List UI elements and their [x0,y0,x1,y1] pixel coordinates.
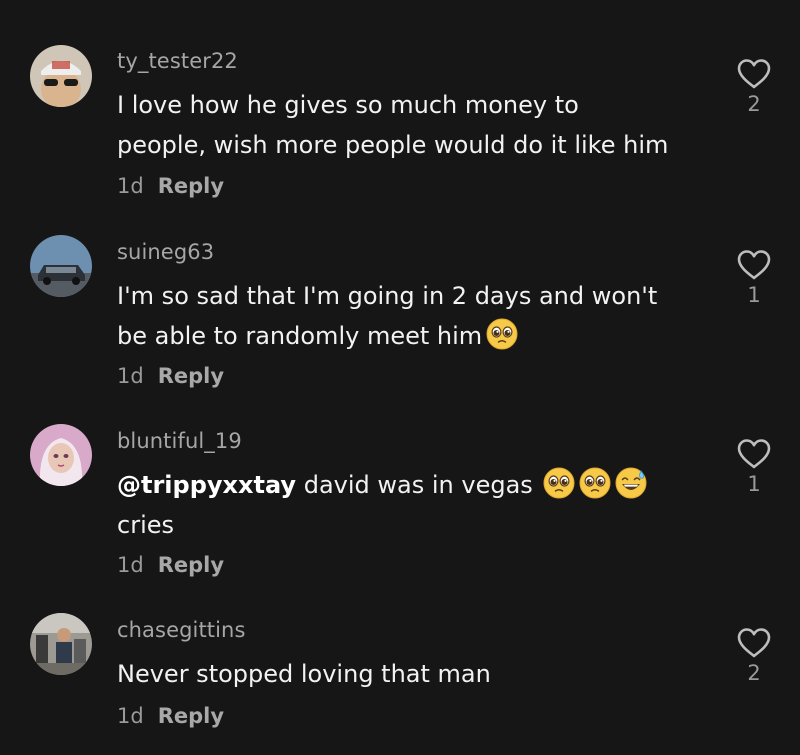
comment-age: 1d [117,704,144,728]
like-button[interactable]: 2 [736,58,772,116]
comment-text: I love how he gives so much money to peo… [117,85,717,165]
comment-line: people, wish more people would do it lik… [117,131,669,159]
heart-outline-icon[interactable] [736,438,772,470]
comment-meta: 1d Reply [117,364,224,388]
reply-button[interactable]: Reply [158,704,224,728]
avatar[interactable] [30,45,92,107]
comment-meta: 1d Reply [117,704,224,728]
avatar[interactable] [30,424,92,486]
comment-username[interactable]: ty_tester22 [117,49,238,73]
like-count: 2 [747,92,761,116]
comment-age: 1d [117,174,144,198]
like-button[interactable]: 1 [736,438,772,496]
comment-age: 1d [117,364,144,388]
comment-line-text: david was in vegas [296,471,533,499]
reply-button[interactable]: Reply [158,553,224,577]
comment-meta: 1d Reply [117,553,224,577]
pleading-face-emoji [486,318,518,350]
pleading-face-emoji [579,467,611,499]
comment-line: I'm so sad that I'm going in 2 days and … [117,282,658,310]
comment-username[interactable]: bluntiful_19 [117,429,242,453]
comment-username[interactable]: suineg63 [117,240,214,264]
comment-meta: 1d Reply [117,174,224,198]
comment-line: cries [117,511,174,539]
heart-outline-icon[interactable] [736,58,772,90]
like-count: 1 [747,283,761,307]
comment-line: Never stopped loving that man [117,660,491,688]
comment-line: I love how he gives so much money to [117,91,579,119]
heart-outline-icon[interactable] [736,249,772,281]
grinning-sweat-emoji [615,467,647,499]
comment-line: be able to randomly meet him [117,316,717,356]
reply-button[interactable]: Reply [158,364,224,388]
comment-age: 1d [117,553,144,577]
comment-line: @trippyxxtay david was in vegas [117,465,717,505]
comment-username[interactable]: chasegittins [117,618,246,642]
comment-line-text: be able to randomly meet him [117,322,483,350]
comment-text: I'm so sad that I'm going in 2 days and … [117,276,717,356]
mention-link[interactable]: @trippyxxtay [117,471,296,499]
comment-text: @trippyxxtay david was in vegas cries [117,465,717,545]
comment-text: Never stopped loving that man [117,654,717,694]
like-count: 2 [747,661,761,685]
reply-button[interactable]: Reply [158,174,224,198]
avatar[interactable] [30,235,92,297]
like-count: 1 [747,472,761,496]
like-button[interactable]: 2 [736,627,772,685]
like-button[interactable]: 1 [736,249,772,307]
avatar[interactable] [30,613,92,675]
heart-outline-icon[interactable] [736,627,772,659]
pleading-face-emoji [543,467,575,499]
